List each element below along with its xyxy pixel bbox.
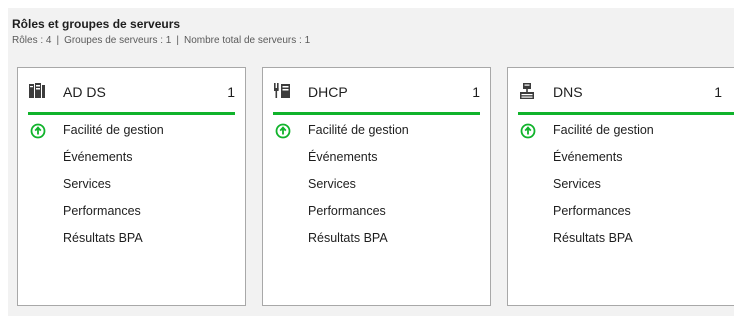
- total-servers-count: Nombre total de serveurs : 1: [183, 35, 311, 46]
- status-bar: [518, 112, 734, 115]
- link-bpa-results[interactable]: Résultats BPA: [308, 231, 388, 245]
- tile-server-count: 1: [227, 84, 235, 100]
- tile-title[interactable]: AD DS: [63, 84, 106, 100]
- link-events[interactable]: Événements: [553, 150, 622, 164]
- link-bpa-results[interactable]: Résultats BPA: [553, 231, 633, 245]
- link-manageability[interactable]: Facilité de gestion: [553, 123, 654, 137]
- tile-header[interactable]: DNS 1: [508, 68, 734, 116]
- tile-title[interactable]: DHCP: [308, 84, 348, 100]
- link-performance[interactable]: Performances: [63, 204, 141, 218]
- link-events[interactable]: Événements: [63, 150, 132, 164]
- status-ok-icon: [30, 123, 46, 139]
- link-manageability[interactable]: Facilité de gestion: [63, 123, 164, 137]
- dns-server-icon: [518, 82, 536, 100]
- status-ok-icon: [275, 123, 291, 139]
- status-bar: [28, 112, 235, 115]
- separator: |: [176, 35, 179, 46]
- tile-header[interactable]: DHCP 1: [263, 68, 490, 116]
- link-bpa-results[interactable]: Résultats BPA: [63, 231, 143, 245]
- separator: |: [56, 35, 60, 46]
- status-ok-icon: [520, 123, 536, 139]
- ad-ds-server-icon: [28, 82, 46, 100]
- link-services[interactable]: Services: [63, 177, 111, 191]
- link-performance[interactable]: Performances: [553, 204, 631, 218]
- status-bar: [273, 112, 480, 115]
- tile-dns[interactable]: DNS 1 Facilité de gestion Événements Ser…: [507, 67, 734, 306]
- roles-count: Rôles : 4: [12, 35, 52, 46]
- tile-dhcp[interactable]: DHCP 1 Facilité de gestion Événements Se…: [262, 67, 491, 306]
- link-manageability[interactable]: Facilité de gestion: [308, 123, 409, 137]
- tile-server-count: 1: [472, 84, 480, 100]
- dhcp-server-icon: [273, 82, 291, 100]
- link-services[interactable]: Services: [308, 177, 356, 191]
- groups-count: Groupes de serveurs : 1: [64, 35, 172, 46]
- tile-header[interactable]: AD DS 1: [18, 68, 245, 116]
- link-events[interactable]: Événements: [308, 150, 377, 164]
- section-title: Rôles et groupes de serveurs: [12, 17, 181, 31]
- tile-ad-ds[interactable]: AD DS 1 Facilité de gestion Événements S…: [17, 67, 246, 306]
- tile-title[interactable]: DNS: [553, 84, 583, 100]
- link-performance[interactable]: Performances: [308, 204, 386, 218]
- section-summary: Rôles : 4 | Groupes de serveurs : 1 | Nombre…: [12, 35, 310, 46]
- link-services[interactable]: Services: [553, 177, 601, 191]
- tile-server-count: 1: [714, 84, 722, 100]
